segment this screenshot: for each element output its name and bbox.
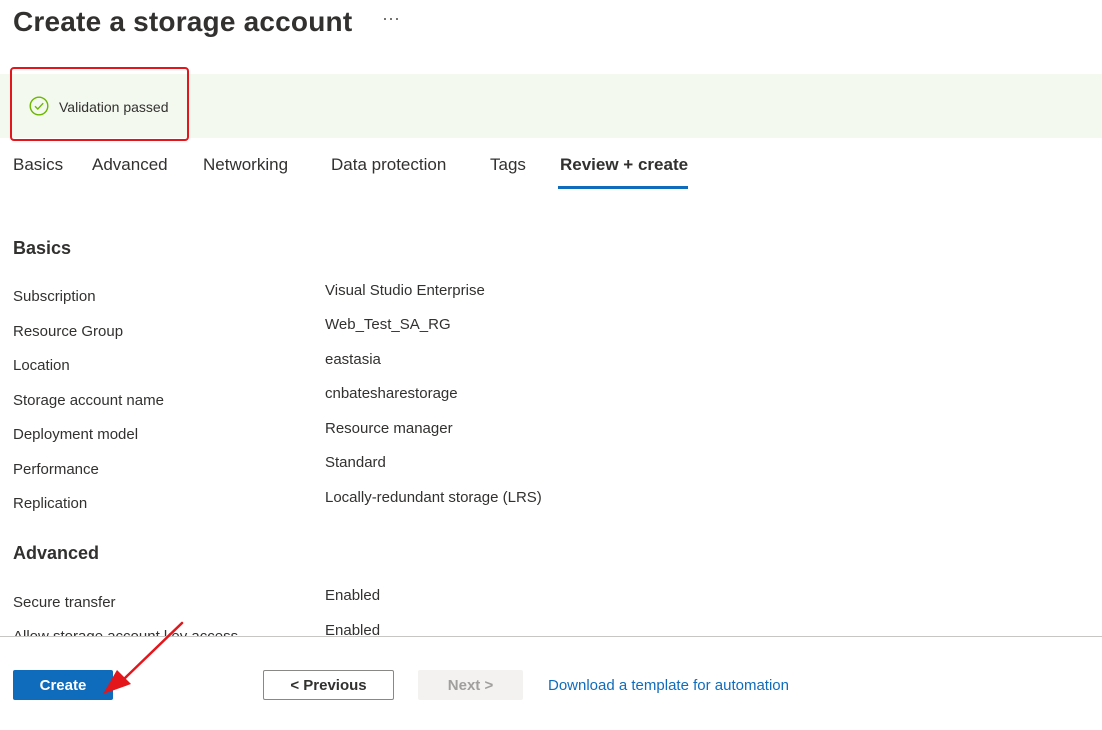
value-subscription: Visual Studio Enterprise bbox=[325, 282, 485, 299]
tab-networking[interactable]: Networking bbox=[203, 155, 288, 183]
tab-data-protection[interactable]: Data protection bbox=[331, 155, 446, 183]
previous-button[interactable]: < Previous bbox=[263, 670, 394, 700]
tab-review-create[interactable]: Review + create bbox=[560, 155, 688, 183]
tab-advanced[interactable]: Advanced bbox=[92, 155, 168, 183]
next-button: Next > bbox=[418, 670, 523, 700]
tab-tags[interactable]: Tags bbox=[490, 155, 526, 183]
label-resource-group: Resource Group bbox=[13, 323, 124, 340]
active-tab-indicator bbox=[558, 186, 688, 189]
value-performance: Standard bbox=[325, 454, 386, 471]
label-storage-account-name: Storage account name bbox=[13, 392, 164, 409]
label-secure-transfer: Secure transfer bbox=[13, 594, 116, 611]
value-replication: Locally-redundant storage (LRS) bbox=[325, 489, 542, 506]
section-heading-basics: Basics bbox=[13, 238, 72, 258]
page-title: Create a storage account bbox=[13, 6, 353, 37]
label-location: Location bbox=[13, 357, 70, 374]
value-deployment-model: Resource manager bbox=[325, 420, 453, 437]
value-resource-group: Web_Test_SA_RG bbox=[325, 316, 451, 333]
value-location: eastasia bbox=[325, 351, 381, 368]
more-options-icon[interactable]: ··· bbox=[382, 8, 400, 29]
tab-basics[interactable]: Basics bbox=[13, 155, 63, 183]
tab-bar: Basics Advanced Networking Data protecti… bbox=[0, 155, 1102, 191]
value-storage-account-name: cnbatesharestorage bbox=[325, 385, 458, 402]
red-arrow-annotation-icon bbox=[103, 621, 184, 694]
value-allow-key-access: Enabled bbox=[325, 622, 381, 636]
label-deployment-model: Deployment model bbox=[13, 426, 139, 443]
validation-highlight-box bbox=[10, 67, 189, 141]
label-performance: Performance bbox=[13, 461, 99, 478]
label-replication: Replication bbox=[13, 495, 88, 512]
download-template-link[interactable]: Download a template for automation bbox=[548, 677, 789, 694]
label-subscription: Subscription bbox=[13, 288, 96, 305]
value-secure-transfer: Enabled bbox=[325, 587, 381, 604]
